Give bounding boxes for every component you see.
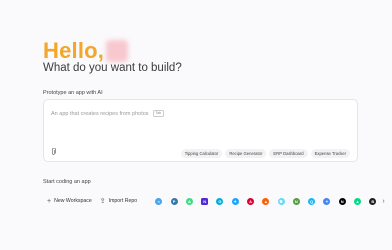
suggestion-chip[interactable]: Recipe Generator (225, 149, 267, 158)
tab-shortcut-hint: Tab (152, 110, 165, 117)
suggestion-chip[interactable]: Tipping Calculator (180, 149, 223, 158)
python-icon[interactable]: P (170, 197, 178, 205)
bun-icon[interactable]: B (369, 197, 377, 205)
greeting-hello: Hello, (43, 38, 105, 63)
suggestion-chips: Tipping Calculator Recipe Generator ERP Da… (180, 149, 350, 158)
android-icon[interactable]: A (185, 197, 193, 205)
angular-icon[interactable]: A (247, 197, 255, 205)
coding-section-label: Start coding an app (43, 179, 91, 185)
attach-icon[interactable] (51, 147, 57, 156)
react-icon[interactable]: ✺ (277, 197, 285, 205)
plus-icon: + (47, 197, 52, 205)
import-repo-label: Import Repo (108, 198, 138, 204)
firebase-icon[interactable]: ✧ (323, 197, 331, 205)
nodejs-icon[interactable]: N (292, 197, 300, 205)
flutter-icon[interactable]: ≈ (155, 197, 163, 205)
dotnet-icon[interactable]: N (201, 197, 209, 205)
start-coding-bar: + New Workspace ⇪ Import Repo ≈ P A N G ✦ A ▲ ✺ N… (43, 191, 385, 211)
greeting: Hello, (43, 38, 129, 64)
blurred-user-name (106, 40, 129, 62)
prompt-input[interactable]: An app that creates recipes from photos … (51, 110, 165, 117)
prompt-placeholder: An app that creates recipes from photos (51, 110, 149, 117)
suggestion-chip[interactable]: ERP Dashboard (269, 149, 308, 158)
astro-icon[interactable]: ▲ (262, 197, 270, 205)
template-icons: ≈ P A N G ✦ A ▲ ✺ N Q ✧ N ▲ B (151, 197, 380, 205)
import-repo-button[interactable]: ⇪ Import Repo (96, 191, 141, 211)
new-workspace-label: New Workspace (54, 198, 92, 204)
nuxt-icon[interactable]: ▲ (353, 197, 361, 205)
go-icon[interactable]: G (216, 197, 224, 205)
page-subtitle: What do you want to build? (43, 62, 182, 74)
suggestion-chip[interactable]: Expense Tracker (310, 149, 350, 158)
prototype-section-label: Prototype an app with AI (43, 90, 103, 96)
qwik-icon[interactable]: Q (308, 197, 316, 205)
import-icon: ⇪ (99, 198, 106, 205)
chevron-right-icon[interactable]: › (382, 198, 384, 205)
new-workspace-button[interactable]: + New Workspace (43, 191, 96, 211)
react-native-icon[interactable]: ✦ (231, 197, 239, 205)
nextjs-icon[interactable]: N (338, 197, 346, 205)
prompt-input-card[interactable]: An app that creates recipes from photos … (43, 99, 358, 162)
